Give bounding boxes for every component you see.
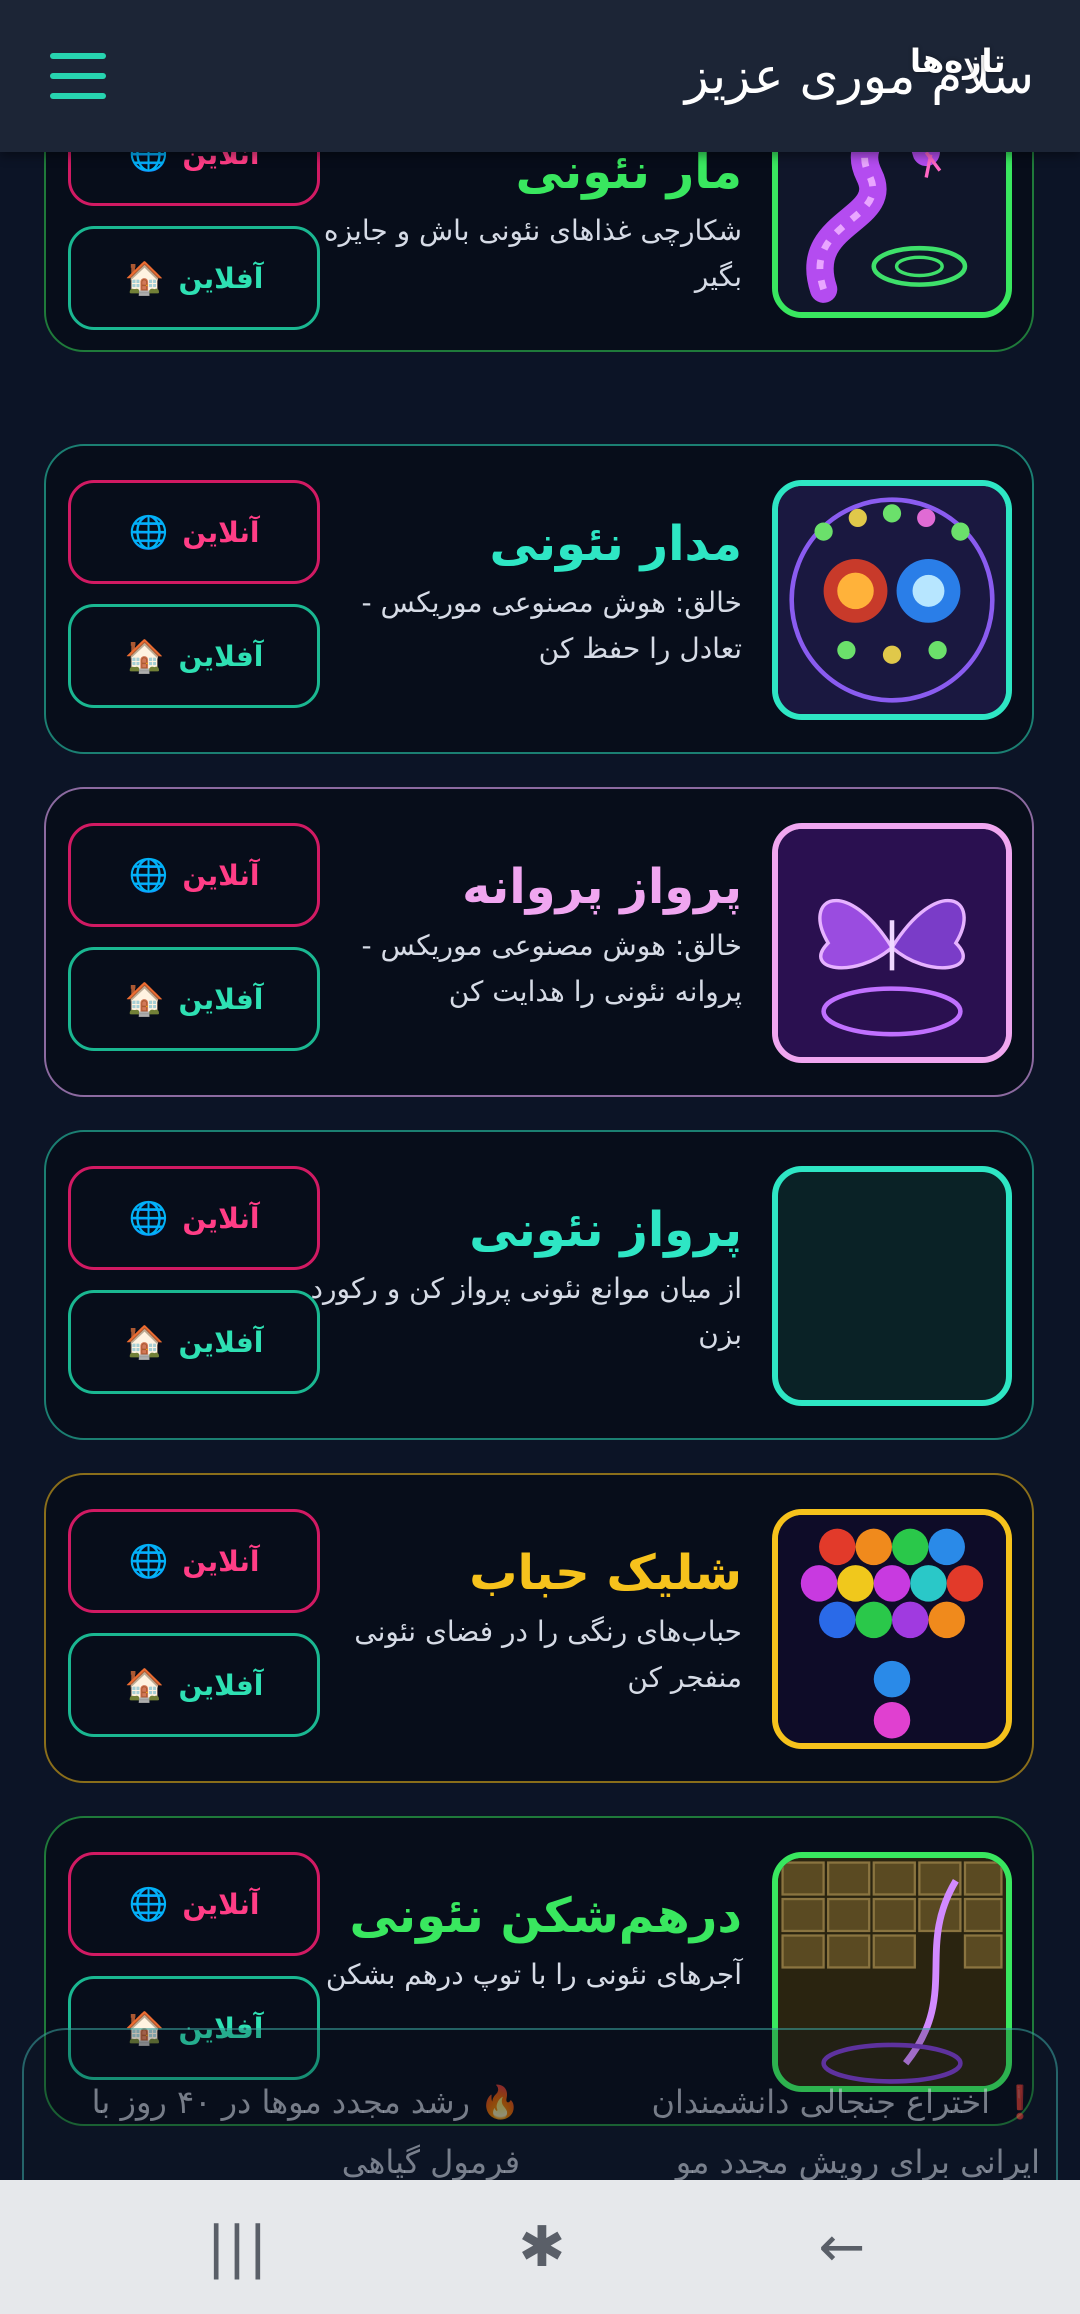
online-label: آنلاین <box>182 1544 260 1578</box>
game-card[interactable]: پرواز نئونی از میان موانع نئونی پرواز کن… <box>44 1130 1034 1440</box>
game-thumbnail-snake <box>772 152 1012 318</box>
game-info: شلیک حباب حباب‌های رنگی را در فضای نئونی… <box>302 1541 742 1701</box>
offline-label: آفلاین <box>178 639 264 673</box>
online-label: آنلاین <box>182 858 260 892</box>
online-button[interactable]: آنلاین 🌐 <box>68 480 320 584</box>
game-card[interactable]: مار نئونی شکارچی غذاهای نئونی باش و جایز… <box>44 152 1034 352</box>
recent-apps-icon[interactable]: ||| <box>168 2180 308 2314</box>
menu-icon[interactable] <box>50 51 106 101</box>
game-description: خالق: هوش مصنوعی موریکس - پروانه نئونی ر… <box>361 929 742 1008</box>
offline-button[interactable]: آفلاین 🏠 <box>68 226 320 330</box>
online-label: آنلاین <box>182 1201 260 1235</box>
game-thumbnail-empty <box>772 1166 1012 1406</box>
game-description: شکارچی غذاهای نئونی باش و جایزه بگیر <box>323 214 742 293</box>
back-arrow-icon[interactable]: ← <box>772 2180 912 2314</box>
game-description: حباب‌های رنگی را در فضای نئونی منفجر کن <box>354 1615 742 1694</box>
game-title: پرواز پروانه <box>462 859 742 915</box>
news-item[interactable]: 🔥 رشد مجدد موها در ۴۰ روز با فرمول گیاهی <box>50 2072 520 2192</box>
online-button[interactable]: آنلاین 🌐 <box>68 1509 320 1613</box>
games-list[interactable]: مار نئونی شکارچی غذاهای نئونی باش و جایز… <box>0 152 1080 2174</box>
globe-icon: 🌐 <box>128 1885 169 1923</box>
online-button[interactable]: آنلاین 🌐 <box>68 823 320 927</box>
offline-button[interactable]: آفلاین 🏠 <box>68 1633 320 1737</box>
offline-label: آفلاین <box>178 1325 264 1359</box>
game-description: خالق: هوش مصنوعی موریکس - تعادل را حفظ ک… <box>361 586 742 665</box>
game-thumbnail-orbit <box>772 480 1012 720</box>
game-card[interactable]: شلیک حباب حباب‌های رنگی را در فضای نئونی… <box>44 1473 1034 1783</box>
globe-icon: 🌐 <box>128 1542 169 1580</box>
offline-label: آفلاین <box>178 261 264 295</box>
game-description: آجرهای نئونی را با توپ درهم بشکن <box>325 1958 742 1991</box>
game-info: درهم‌شکن نئونی آجرهای نئونی را با توپ در… <box>302 1884 742 1998</box>
offline-button[interactable]: آفلاین 🏠 <box>68 604 320 708</box>
game-card[interactable]: پرواز پروانه خالق: هوش مصنوعی موریکس - پ… <box>44 787 1034 1097</box>
offline-label: آفلاین <box>178 1668 264 1702</box>
online-button[interactable]: آنلاین 🌐 <box>68 1166 320 1270</box>
house-icon: 🏠 <box>124 259 165 297</box>
system-navigation-bar: ||| ✱ ← <box>0 2180 1080 2314</box>
game-info: مدار نئونی خالق: هوش مصنوعی موریکس - تعا… <box>302 512 742 672</box>
offline-button[interactable]: آفلاین 🏠 <box>68 947 320 1051</box>
news-label[interactable]: تازه‌ها <box>910 42 1006 80</box>
game-title: مدار نئونی <box>489 516 742 572</box>
home-icon[interactable]: ✱ <box>472 2180 612 2314</box>
game-thumbnail-butterfly <box>772 823 1012 1063</box>
globe-icon: 🌐 <box>128 856 169 894</box>
game-description: از میان موانع نئونی پرواز کن و رکورد بزن <box>310 1272 742 1351</box>
game-card[interactable]: مدار نئونی خالق: هوش مصنوعی موریکس - تعا… <box>44 444 1034 754</box>
news-item[interactable]: ❗ اختراع جنجالی دانشمندان ایرانی برای رو… <box>570 2072 1040 2192</box>
game-thumbnail-bubbles <box>772 1509 1012 1749</box>
online-button[interactable]: آنلاین 🌐 <box>68 152 320 206</box>
online-label: آنلاین <box>182 515 260 549</box>
globe-icon: 🌐 <box>128 513 169 551</box>
game-title: شلیک حباب <box>469 1545 742 1601</box>
game-title: پرواز نئونی <box>469 1202 742 1258</box>
house-icon: 🏠 <box>124 637 165 675</box>
house-icon: 🏠 <box>124 1666 165 1704</box>
online-button[interactable]: آنلاین 🌐 <box>68 1852 320 1956</box>
game-info: پرواز پروانه خالق: هوش مصنوعی موریکس - پ… <box>302 855 742 1015</box>
house-icon: 🏠 <box>124 980 165 1018</box>
offline-label: آفلاین <box>178 982 264 1016</box>
globe-icon: 🌐 <box>128 1199 169 1237</box>
offline-button[interactable]: آفلاین 🏠 <box>68 1290 320 1394</box>
house-icon: 🏠 <box>124 1323 165 1361</box>
globe-icon: 🌐 <box>128 152 169 173</box>
online-label: آنلاین <box>182 1887 260 1921</box>
game-info: پرواز نئونی از میان موانع نئونی پرواز کن… <box>302 1198 742 1358</box>
online-label: آنلاین <box>182 152 260 171</box>
game-info: مار نئونی شکارچی غذاهای نئونی باش و جایز… <box>302 152 742 300</box>
game-title: درهم‌شکن نئونی <box>349 1888 742 1944</box>
game-title: مار نئونی <box>515 152 742 200</box>
